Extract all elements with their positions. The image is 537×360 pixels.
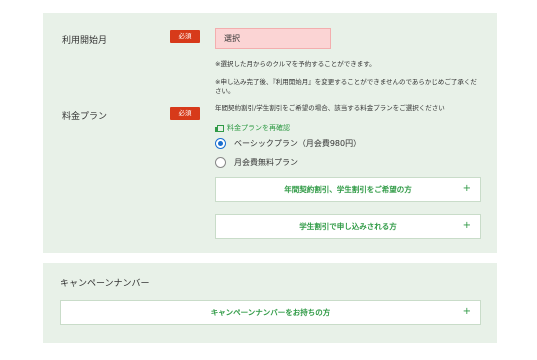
plan-option-label: ベーシックプラン（月会費980円） — [234, 139, 362, 148]
plus-icon: + — [462, 306, 471, 317]
plus-icon: + — [462, 183, 471, 194]
accordion-label: 年間契約割引、学生割引をご希望の方 — [284, 185, 412, 194]
plus-icon: + — [462, 220, 471, 231]
plan-label: 料金プラン — [62, 112, 108, 122]
campaign-label: キャンペーンナンバー — [60, 279, 150, 289]
plan-form-panel: 利用開始月 必須 選択 ※選択した月からのクルマを予約することができます。 ※申… — [43, 13, 497, 253]
student-discount-accordion[interactable]: 学生割引で申し込みされる方 + — [215, 214, 481, 239]
start-month-label: 利用開始月 — [62, 36, 108, 46]
accordion-label: 学生割引で申し込みされる方 — [299, 222, 397, 231]
plan-recheck-link[interactable]: 料金プランを再確認 — [215, 123, 290, 133]
copy-icon — [215, 124, 224, 132]
start-month-note: ※選択した月からのクルマを予約することができます。 — [215, 60, 376, 68]
campaign-panel: キャンペーンナンバー キャンペーンナンバーをお持ちの方 + — [43, 263, 497, 343]
plan-option-free[interactable]: 月会費無料プラン — [215, 157, 298, 168]
recheck-label: 料金プランを再確認 — [227, 124, 290, 132]
start-month-change-note: ※申し込み完了後、『利用開始月』を変更することができませんのであらかじめご了承く… — [215, 78, 477, 95]
plan-note: 年間契約割引/学生割引をご希望の場合、該当する料金プランをご選択ください — [215, 104, 445, 112]
annual-student-discount-accordion[interactable]: 年間契約割引、学生割引をご希望の方 + — [215, 177, 481, 202]
accordion-label: キャンペーンナンバーをお持ちの方 — [210, 308, 331, 317]
radio-button[interactable] — [215, 157, 226, 168]
required-badge: 必須 — [170, 30, 200, 43]
radio-button[interactable] — [215, 138, 226, 149]
required-badge: 必須 — [170, 107, 200, 120]
plan-option-basic[interactable]: ベーシックプラン（月会費980円） — [215, 138, 361, 149]
campaign-number-accordion[interactable]: キャンペーンナンバーをお持ちの方 + — [60, 300, 481, 325]
start-month-select[interactable]: 選択 — [215, 28, 331, 49]
plan-option-label: 月会費無料プラン — [234, 158, 298, 167]
